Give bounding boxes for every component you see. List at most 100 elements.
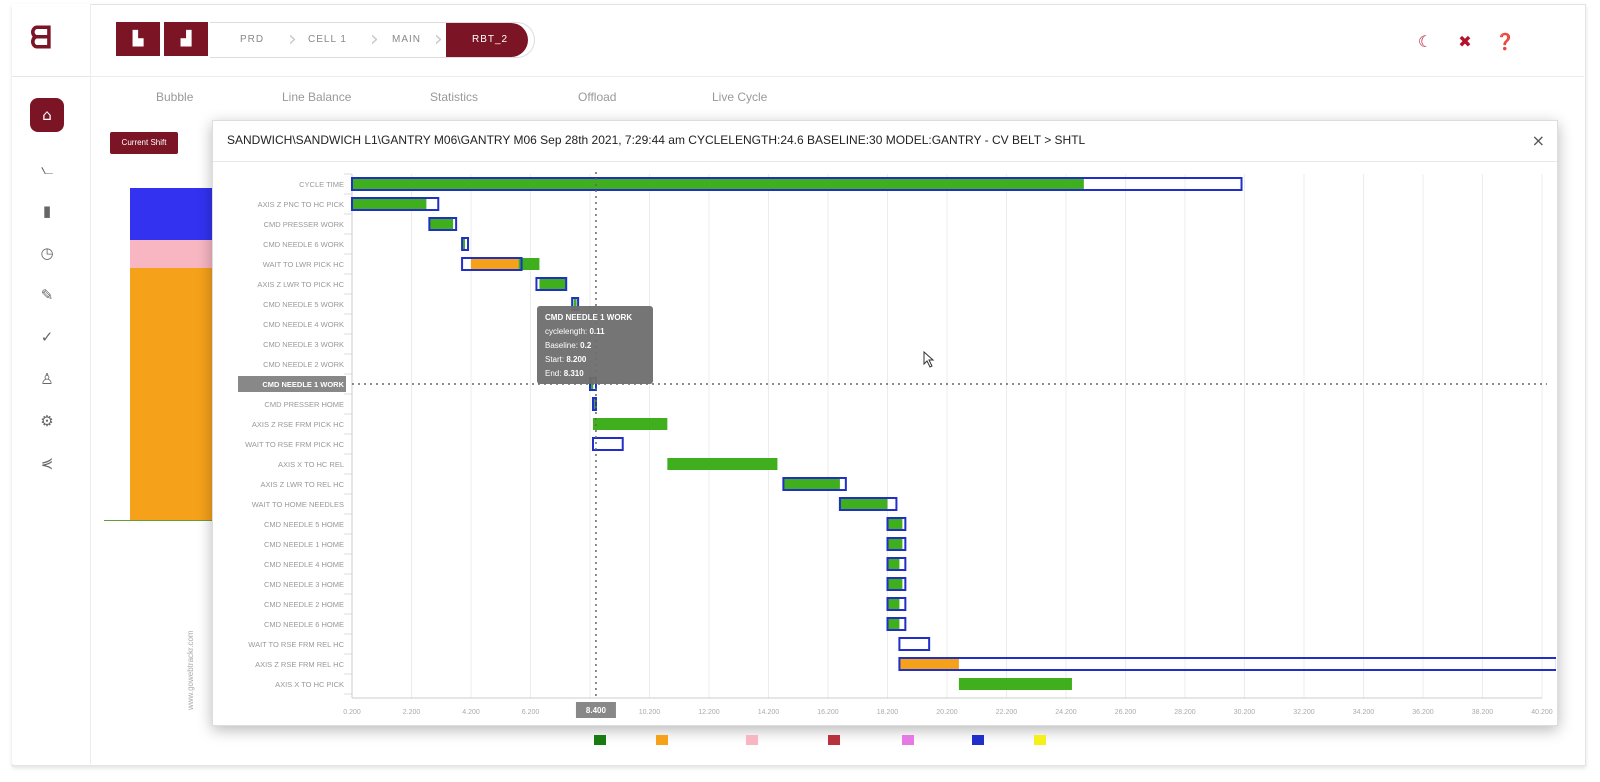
- gantt-bar-cyclelength: [783, 478, 840, 490]
- x-tick-label: 10.200: [639, 709, 661, 716]
- category-label: WAIT TO RSE FRM PICK HC: [245, 440, 344, 449]
- breadcrumb-item-active[interactable]: RBT_2: [446, 23, 529, 57]
- legend-swatch[interactable]: [902, 735, 914, 745]
- x-tick-label: 28.200: [1174, 709, 1196, 716]
- tab-bubble[interactable]: Bubble: [156, 90, 193, 104]
- legend-swatch[interactable]: [1034, 735, 1046, 745]
- category-label: CMD NEEDLE 3 HOME: [264, 580, 344, 589]
- gantt-bar-cyclelength: [887, 598, 900, 610]
- x-tick-label: 26.200: [1115, 709, 1137, 716]
- tab-live-cycle[interactable]: Live Cycle: [712, 90, 767, 104]
- mouse-cursor-icon: [923, 350, 935, 368]
- tooltip-line: Baseline: 0.2: [545, 341, 592, 350]
- chevron-right-icon: ›: [288, 27, 297, 52]
- category-label: CMD NEEDLE 6 HOME: [264, 620, 344, 629]
- category-label: CMD NEEDLE 3 WORK: [263, 340, 344, 349]
- legend-swatch[interactable]: [656, 735, 668, 745]
- category-label: AXIS X TO HC REL: [278, 460, 344, 469]
- category-label: CMD NEEDLE 2 HOME: [264, 600, 344, 609]
- sidebar-divider: [12, 76, 90, 77]
- x-tick-label: 0.200: [343, 709, 361, 716]
- legend-swatch[interactable]: [594, 735, 606, 745]
- gantt-bar-cyclelength: [899, 658, 959, 670]
- x-tick-label: 22.200: [996, 709, 1018, 716]
- tab-offload[interactable]: Offload: [578, 90, 616, 104]
- x-tick-label: 4.200: [462, 709, 480, 716]
- fullscreen-icon[interactable]: ✖: [1454, 30, 1476, 52]
- gantt-bar-cyclelength: [887, 538, 903, 550]
- clock-icon[interactable]: ◷: [30, 236, 64, 270]
- category-label: CMD NEEDLE 4 HOME: [264, 560, 344, 569]
- gantt-bar-cyclelength: [592, 418, 668, 430]
- category-label: CMD NEEDLE 6 WORK: [263, 240, 344, 249]
- gantt-bar-cyclelength: [887, 618, 900, 630]
- tooltip-line: Start: 8.200: [545, 355, 587, 364]
- category-label: AXIS Z LWR TO REL HC: [261, 480, 345, 489]
- background-bar-segment: [130, 188, 212, 240]
- x-tick-label: 40.200: [1531, 709, 1553, 716]
- edit-icon[interactable]: ✎: [30, 278, 64, 312]
- rss-icon[interactable]: ⦦: [30, 152, 64, 186]
- breadcrumb-item[interactable]: MAIN: [392, 23, 421, 57]
- gantt-bar-baseline: [591, 437, 624, 451]
- category-label: AXIS Z PNC TO HC PICK: [258, 200, 344, 209]
- category-label: CMD PRESSER HOME: [264, 400, 344, 409]
- gantt-bar-cyclelength: [352, 198, 427, 210]
- category-label: CMD PRESSER WORK: [264, 220, 344, 229]
- breadcrumb: PRD › CELL 1 › MAIN › RBT_2: [210, 22, 535, 58]
- category-label: CMD NEEDLE 1 HOME: [264, 540, 344, 549]
- tooltip-title: CMD NEEDLE 1 WORK: [545, 313, 632, 322]
- x-tick-label: 2.200: [403, 709, 421, 716]
- category-label: CMD NEEDLE 5 WORK: [263, 300, 344, 309]
- category-label: WAIT TO LWR PICK HC: [263, 260, 345, 269]
- x-tick-label: 38.200: [1472, 709, 1494, 716]
- factory-icon[interactable]: ▙: [116, 22, 160, 56]
- x-tick-label: 14.200: [758, 709, 780, 716]
- category-label: CYCLE TIME: [299, 180, 344, 189]
- x-tick-label: 24.200: [1055, 709, 1077, 716]
- background-vertical-label: www.gowebtrackr.com: [186, 630, 195, 710]
- x-tick-label: 34.200: [1353, 709, 1375, 716]
- gantt-bar-baseline: [898, 637, 931, 651]
- breadcrumb-item[interactable]: PRD: [240, 23, 264, 57]
- category-label: AXIS Z LWR TO PICK HC: [257, 280, 344, 289]
- category-label: AXIS Z RSE FRM REL HC: [255, 660, 344, 669]
- tab-line-balance[interactable]: Line Balance: [282, 90, 351, 104]
- settings-icon[interactable]: ⚙: [30, 404, 64, 438]
- x-tick-label: 18.200: [877, 709, 899, 716]
- gantt-bar-cyclelength: [887, 578, 903, 590]
- share-icon[interactable]: ⋞: [30, 446, 64, 480]
- gantt-bar-cyclelength: [958, 678, 1072, 690]
- breadcrumb-item[interactable]: CELL 1: [308, 23, 347, 57]
- x-tick-label: 36.200: [1412, 709, 1434, 716]
- current-shift-button[interactable]: Current Shift: [110, 132, 178, 154]
- legend-swatch[interactable]: [828, 735, 840, 745]
- gantt-bar-cyclelength: [352, 178, 1084, 190]
- legend-swatch[interactable]: [746, 735, 758, 745]
- category-label: AXIS Z RSE FRM PICK HC: [252, 420, 345, 429]
- chart-bar-icon[interactable]: ▟: [164, 22, 208, 56]
- tooltip-line: End: 8.310: [545, 369, 584, 378]
- check-circle-icon[interactable]: ✓: [30, 320, 64, 354]
- background-bar-segment: [130, 268, 212, 520]
- crosshair-x-label: 8.400: [586, 706, 607, 715]
- moon-icon[interactable]: ☾: [1414, 30, 1436, 52]
- user-icon[interactable]: ♙: [30, 362, 64, 396]
- gantt-bar-baseline: [898, 657, 1556, 671]
- tooltip-line: cyclelength: 0.11: [545, 327, 605, 336]
- signal-icon[interactable]: ▮: [30, 194, 64, 228]
- gantt-chart: 0.2002.2004.2006.2008.20010.20012.20014.…: [238, 172, 1556, 718]
- help-icon[interactable]: ❓: [1494, 30, 1516, 52]
- category-label: WAIT TO RSE FRM REL HC: [248, 640, 344, 649]
- app-logo[interactable]: ᗺ: [30, 24, 64, 54]
- gantt-bar-cyclelength: [471, 258, 519, 270]
- category-label: AXIS X TO HC PICK: [275, 680, 344, 689]
- x-tick-label: 12.200: [698, 709, 720, 716]
- chevron-right-icon: ›: [370, 27, 379, 52]
- tab-statistics[interactable]: Statistics: [430, 90, 478, 104]
- background-axis-line: [104, 520, 212, 521]
- home-icon[interactable]: ⌂: [30, 98, 64, 132]
- legend-swatch[interactable]: [972, 735, 984, 745]
- x-tick-label: 16.200: [817, 709, 839, 716]
- gantt-bar-cyclelength: [887, 558, 900, 570]
